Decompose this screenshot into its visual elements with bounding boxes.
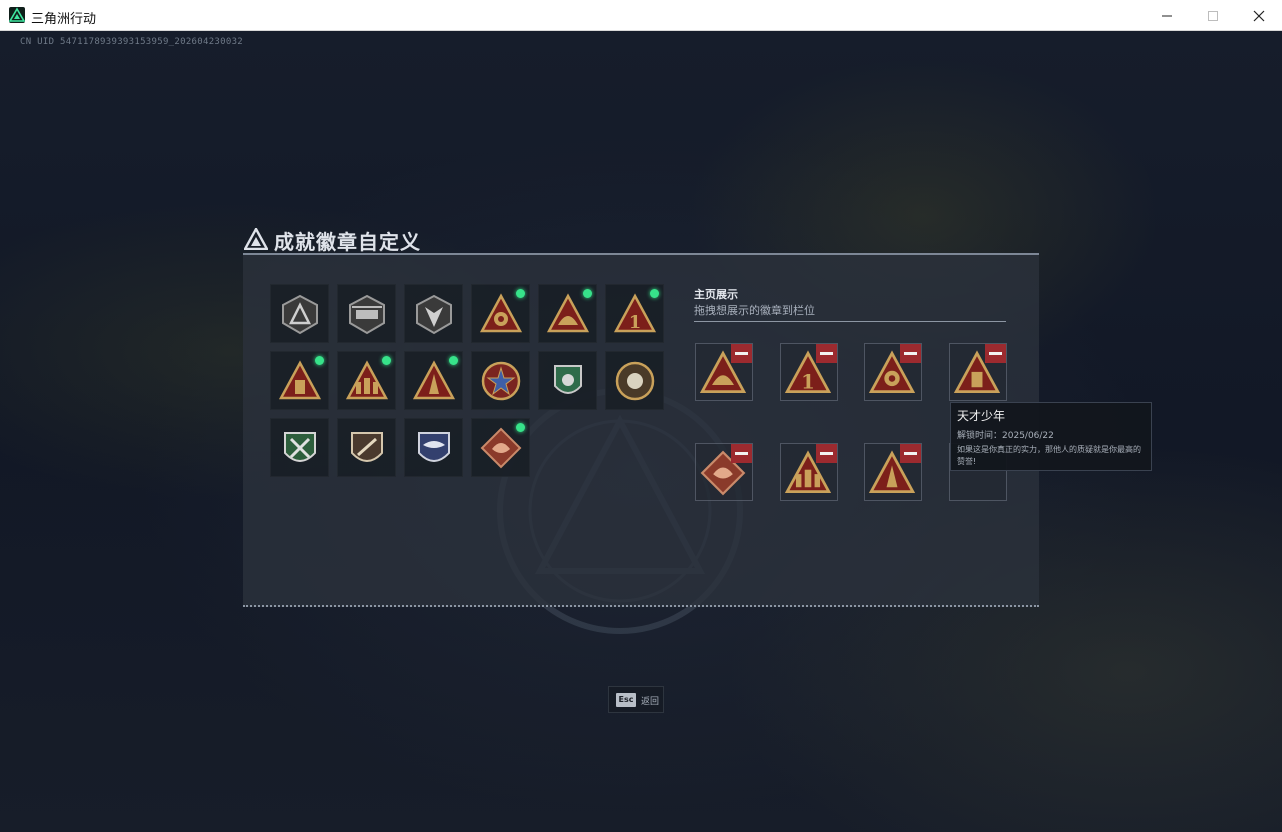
showcase-subtitle: 拖拽想展示的徽章到栏位 <box>694 304 815 317</box>
new-badge-dot <box>516 289 525 298</box>
svg-text:1: 1 <box>801 369 815 393</box>
panel-title: 成就徽章自定义 <box>274 230 421 254</box>
badge-cell[interactable] <box>404 351 463 410</box>
badge-customize-panel: 1 主页展示 拖拽想展示的徽章到栏位 1 <box>243 253 1039 607</box>
tooltip-time-value: 2025/06/22 <box>1002 431 1054 441</box>
flower-medal-badge-icon <box>615 361 655 401</box>
minimize-icon <box>1162 15 1172 17</box>
new-badge-dot <box>650 289 659 298</box>
blue-eagle-badge-icon <box>418 432 450 462</box>
badge-cell[interactable] <box>337 284 396 343</box>
delta-triangle-badge-icon <box>282 294 318 335</box>
showcase-slot[interactable] <box>780 443 838 501</box>
showcase-slot[interactable] <box>864 343 922 401</box>
showcase-slot[interactable] <box>949 343 1007 401</box>
showcase-title: 主页展示 <box>694 288 738 301</box>
new-badge-dot <box>516 423 525 432</box>
tooltip-time-label: 解锁时间： <box>957 431 1003 441</box>
remove-badge-button[interactable] <box>731 344 752 363</box>
user-uid: CN UID 5471178939393153959_202604230032 <box>20 37 244 47</box>
tower-triangle-badge-icon <box>413 360 455 400</box>
gear-triangle-badge-icon <box>480 293 522 333</box>
back-label: 返回 <box>641 697 660 707</box>
badge-cell[interactable] <box>337 351 396 410</box>
game-viewport: CN UID 5471178939393153959_202604230032 … <box>0 31 1282 832</box>
new-badge-dot <box>315 356 324 365</box>
tooltip-description: 如果这是你真正的实力，那他人的质疑就是你最高的赞誉! <box>957 445 1141 466</box>
back-button[interactable]: Esc 返回 <box>608 686 664 713</box>
remove-badge-button[interactable] <box>816 344 837 363</box>
remove-badge-button[interactable] <box>900 444 921 463</box>
new-badge-dot <box>382 356 391 365</box>
esc-key-hint: Esc <box>616 693 636 707</box>
soldiers-triangle-badge-icon <box>346 360 388 400</box>
helicopter-badge-icon <box>349 294 385 335</box>
showcase-slot[interactable]: 1 <box>780 343 838 401</box>
new-badge-dot <box>449 356 458 365</box>
badge-tooltip: 天才少年 解锁时间：2025/06/22 如果这是你真正的实力，那他人的质疑就是… <box>950 402 1152 471</box>
remove-badge-button[interactable] <box>900 344 921 363</box>
remove-badge-button[interactable] <box>731 444 752 463</box>
badge-cell[interactable] <box>270 284 329 343</box>
maximize-icon <box>1208 11 1218 21</box>
tooltip-unlock-time: 解锁时间：2025/06/22 <box>957 428 1145 441</box>
badge-cell[interactable] <box>404 284 463 343</box>
delta-logo-icon <box>244 228 268 250</box>
window-titlebar: 三角洲行动 <box>0 0 1282 31</box>
close-button[interactable] <box>1236 0 1282 31</box>
minimize-button[interactable] <box>1144 0 1190 31</box>
app-logo-icon <box>8 7 26 23</box>
close-icon <box>1253 10 1265 22</box>
dragon-badge-icon <box>480 427 522 469</box>
helmet-triangle-badge-icon <box>547 293 589 333</box>
remove-badge-button[interactable] <box>985 344 1006 363</box>
maximize-button[interactable] <box>1190 0 1236 31</box>
showcase-slot[interactable] <box>864 443 922 501</box>
badge-cell[interactable] <box>404 418 463 477</box>
svg-text:1: 1 <box>629 312 642 333</box>
window-title: 三角洲行动 <box>31 12 97 27</box>
badge-cell[interactable] <box>471 351 530 410</box>
badge-cell[interactable] <box>471 418 530 477</box>
badge-cell[interactable] <box>337 418 396 477</box>
remove-badge-button[interactable] <box>816 444 837 463</box>
new-badge-dot <box>583 289 592 298</box>
showcase-slot[interactable] <box>695 443 753 501</box>
showcase-divider <box>694 321 1006 322</box>
green-shield-badge-icon <box>554 365 582 394</box>
badge-cell[interactable] <box>538 351 597 410</box>
badge-cell[interactable] <box>538 284 597 343</box>
number-one-triangle-badge-icon: 1 <box>614 293 656 333</box>
showcase-slot[interactable] <box>695 343 753 401</box>
pillar-triangle-badge-icon <box>279 360 321 400</box>
badge-cell[interactable]: 1 <box>605 284 664 343</box>
tooltip-badge-name: 天才少年 <box>957 409 1006 423</box>
badge-cell[interactable] <box>605 351 664 410</box>
green-crossed-guns-badge-icon <box>284 432 316 462</box>
arrow-shield-badge-icon <box>416 294 452 335</box>
rifle-shield-badge-icon <box>351 432 383 462</box>
badge-cell[interactable] <box>471 284 530 343</box>
star-medal-badge-icon <box>481 361 521 401</box>
badge-cell[interactable] <box>270 418 329 477</box>
badge-cell[interactable] <box>270 351 329 410</box>
